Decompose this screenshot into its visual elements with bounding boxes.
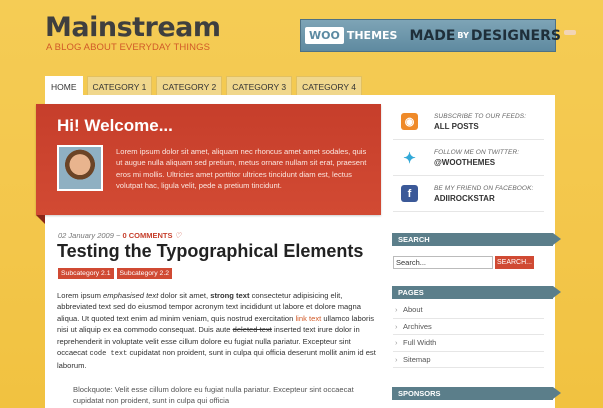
post-meta: 02 January 2009 ~ 0 COMMENTS ♡ [58,231,181,240]
nav-home[interactable]: HOME [45,76,83,95]
social-twitter[interactable]: ✦ FOLLOW ME ON TWITTER: @WOOTHEMES [393,140,544,176]
post-comments-link[interactable]: 0 COMMENTS [122,231,172,240]
post-title[interactable]: Testing the Typographical Elements [57,241,363,262]
post-date: 02 January 2009 ~ [58,231,121,240]
comment-icon: ♡ [174,231,182,240]
social-facebook[interactable]: f BE MY FRIEND ON FACEBOOK: ADIIROCKSTAR [393,176,544,212]
social-facebook-label: BE MY FRIEND ON FACEBOOK: [434,184,534,192]
page-link-sitemap[interactable]: Sitemap [393,352,544,368]
social-box: ◉ SUBSCRIBE TO OUR FEEDS: ALL POSTS ✦ FO… [393,104,544,214]
search-input[interactable]: Search... [393,256,493,269]
post-text: dolor sit amet, [158,291,211,300]
deleted-text: deleted text [232,325,272,335]
search-button[interactable]: SEARCH... [495,256,534,269]
post-text: Lorem ipsum [57,291,104,300]
welcome-text: Lorem ipsum dolor sit amet, aliquam nec … [116,147,367,190]
nav-category-3[interactable]: CATEGORY 3 [226,76,293,95]
welcome-box: Hi! Welcome... Lorem ipsum dolor sit ame… [36,104,381,215]
welcome-title: Hi! Welcome... [57,116,173,135]
social-rss[interactable]: ◉ SUBSCRIBE TO OUR FEEDS: ALL POSTS [393,104,544,140]
emphasis-text: emphasised text [103,291,159,300]
banner-themes: THEMES [346,29,398,42]
facebook-icon: f [401,185,418,202]
social-rss-link[interactable]: ALL POSTS [434,122,526,131]
category-tag[interactable]: Subcategory 2.1 [58,268,114,279]
nav-category-4[interactable]: CATEGORY 4 [296,76,362,95]
code-text: code text [89,350,128,359]
social-rss-label: SUBSCRIBE TO OUR FEEDS: [434,112,527,120]
pages-list: About Archives Full Width Sitemap [393,302,544,368]
sponsors-widget-title: SPONSORS [392,387,561,400]
social-facebook-link[interactable]: ADIIROCKSTAR [434,194,533,203]
category-tag[interactable]: Subcategory 2.2 [116,268,172,279]
nav-category-1[interactable]: CATEGORY 1 [86,76,153,95]
blockquote: Blockquote: Velit esse cillum dolore eu … [73,385,354,405]
banner-by: BY [457,31,469,40]
banner-woo: WOO [305,27,344,44]
search-widget-title: SEARCH [392,233,561,246]
woothemes-banner[interactable]: WOO THEMES MADE BY DESIGNERS [300,19,576,52]
avatar [57,145,103,191]
twitter-icon: ✦ [403,149,416,167]
post-link[interactable]: link text [295,314,321,323]
post-body: Lorem ipsum emphasised text dolor sit am… [57,290,383,372]
social-twitter-label: FOLLOW ME ON TWITTER: [434,148,520,156]
nav-category-2[interactable]: CATEGORY 2 [156,76,223,95]
page-link-full-width[interactable]: Full Width [393,335,544,352]
logo-title[interactable]: Mainstream [45,12,221,43]
banner-designers: DESIGNERS [470,27,561,44]
rss-icon: ◉ [401,113,418,130]
strong-text: strong text [210,291,250,300]
social-twitter-link[interactable]: @WOOTHEMES [434,158,519,167]
page-link-about[interactable]: About [393,302,544,319]
main-nav: HOME CATEGORY 1 CATEGORY 2 CATEGORY 3 CA… [45,76,362,95]
banner-made: MADE [409,27,456,44]
post-categories: Subcategory 2.1 Subcategory 2.2 [58,268,172,279]
page-link-archives[interactable]: Archives [393,319,544,335]
pages-widget-title: PAGES [392,286,561,299]
welcome-fold [36,215,45,224]
logo-tagline: A BLOG ABOUT EVERYDAY THINGS [46,42,211,53]
